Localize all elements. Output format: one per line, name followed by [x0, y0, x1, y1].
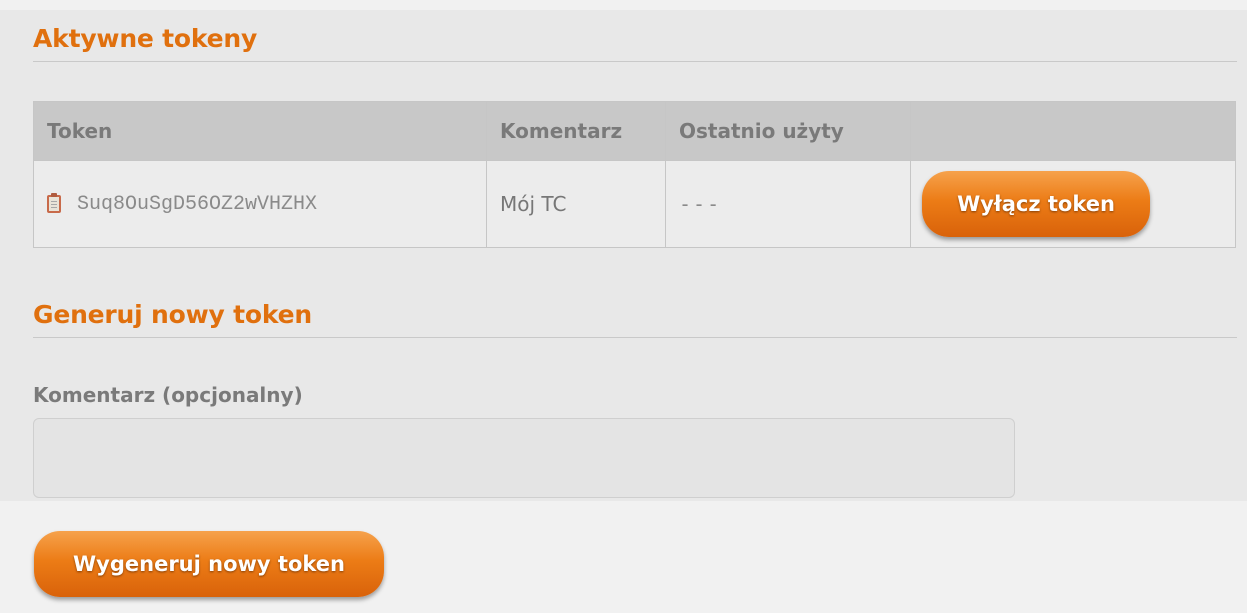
- action-cell: Wyłącz token: [910, 160, 1236, 248]
- disable-token-button[interactable]: Wyłącz token: [922, 171, 1150, 237]
- column-header-token: Token: [33, 101, 487, 161]
- table-row: Suq8OuSgD56OZ2wVHZHX Mój TC --- Wyłącz t…: [33, 160, 1236, 248]
- last-used-value: ---: [679, 192, 722, 216]
- heading-divider: [33, 61, 1237, 62]
- active-tokens-table: Token Komentarz Ostatnio użyty Suq8OuSgD…: [33, 101, 1236, 248]
- clipboard-icon[interactable]: [47, 193, 61, 213]
- comment-cell: Mój TC: [486, 160, 666, 248]
- heading-divider: [33, 337, 1237, 338]
- token-value: Suq8OuSgD56OZ2wVHZHX: [77, 192, 318, 216]
- column-header-last-used: Ostatnio użyty: [665, 101, 911, 161]
- comment-input[interactable]: [33, 418, 1015, 498]
- table-header-row: Token Komentarz Ostatnio użyty: [33, 101, 1236, 161]
- token-cell: Suq8OuSgD56OZ2wVHZHX: [33, 160, 487, 248]
- comment-field-label: Komentarz (opcjonalny): [33, 383, 303, 407]
- last-used-cell: ---: [665, 160, 911, 248]
- active-tokens-heading: Aktywne tokeny: [33, 24, 258, 53]
- generate-token-button[interactable]: Wygeneruj nowy token: [34, 531, 384, 597]
- generate-token-heading: Generuj nowy token: [33, 300, 312, 329]
- column-header-action: [910, 101, 1236, 161]
- column-header-comment: Komentarz: [486, 101, 666, 161]
